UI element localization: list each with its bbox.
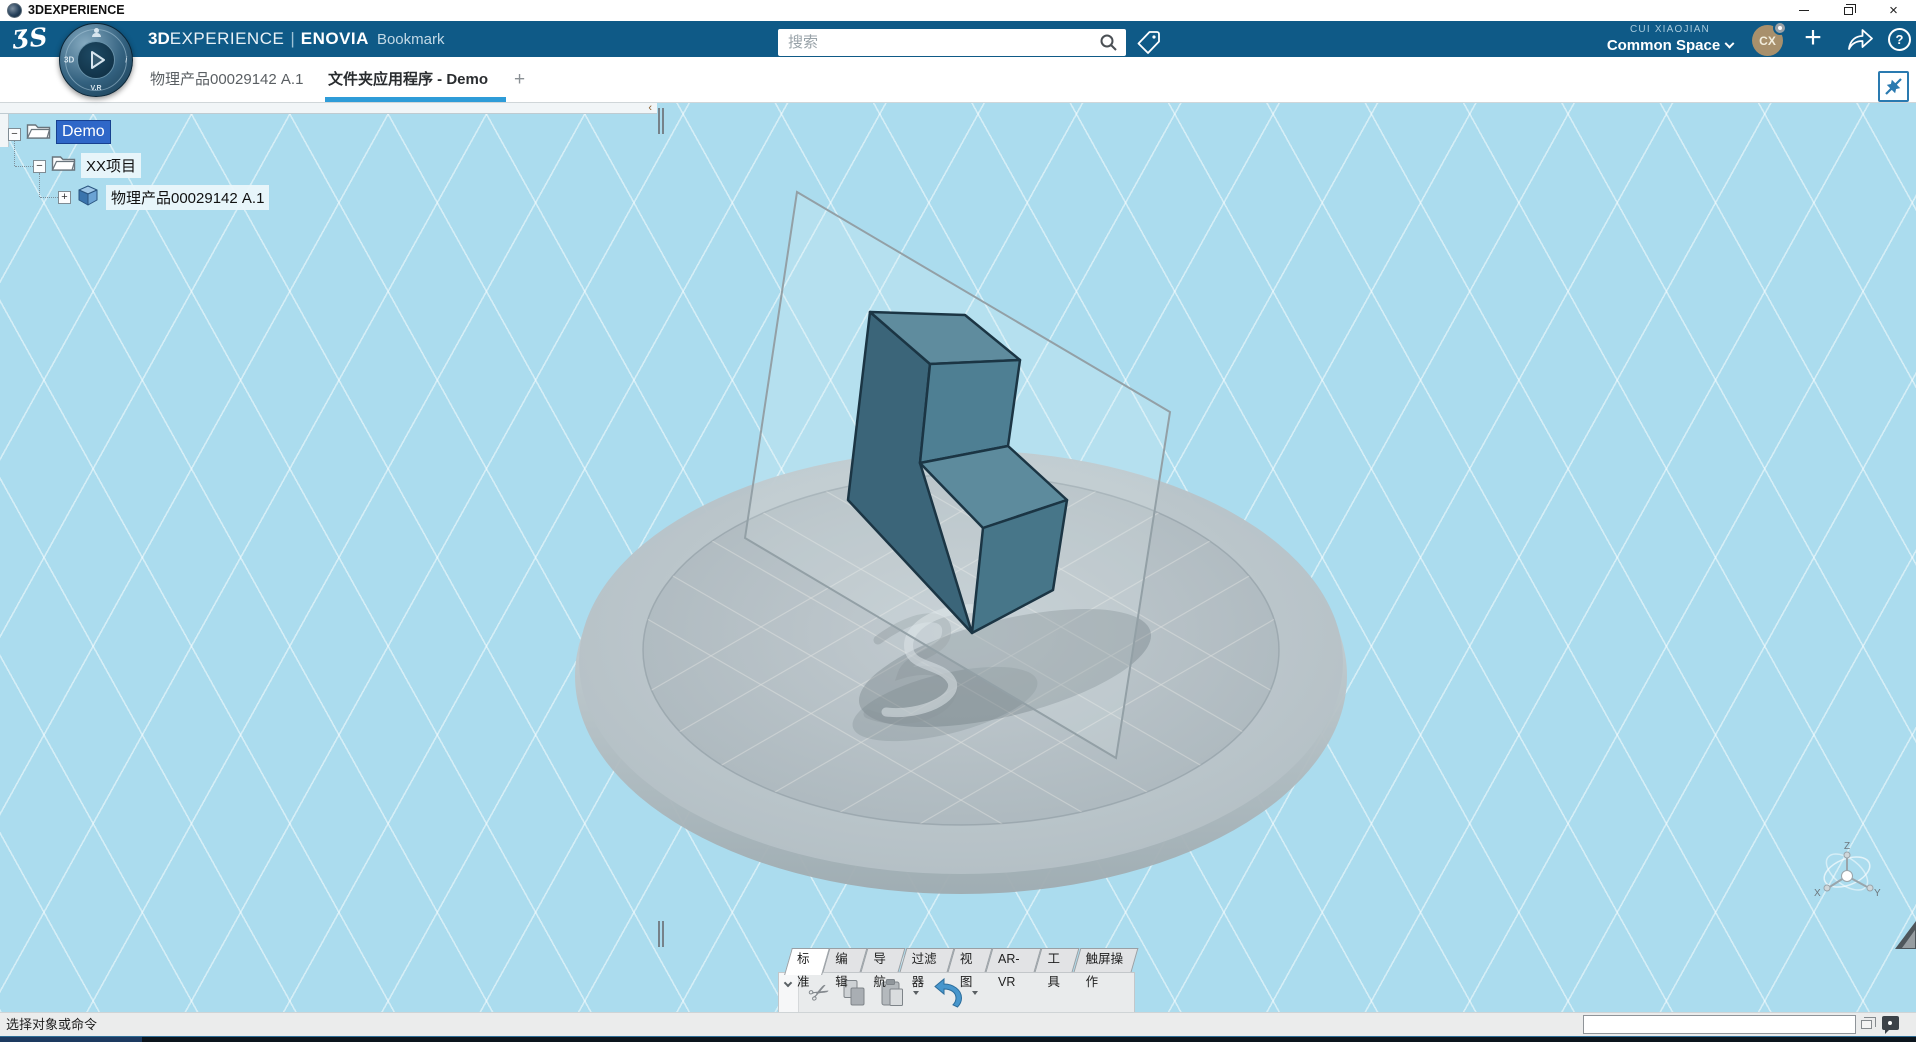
restore-icon	[1844, 7, 1853, 15]
chevron-left-icon[interactable]: ‹	[648, 103, 652, 113]
avatar-status-badge	[1773, 21, 1787, 35]
toolbar-tab-navigate[interactable]: 导航	[864, 948, 902, 972]
tree-expander-demo[interactable]: −	[8, 128, 21, 141]
splitter-grip-bottom[interactable]	[658, 921, 665, 947]
compass-vr-label: V.R	[90, 85, 101, 92]
minimize-button[interactable]	[1781, 0, 1826, 21]
collapse-arrows-icon	[1880, 73, 1907, 100]
folder-icon[interactable]	[51, 153, 76, 172]
toolbar-tab-edit[interactable]: 编辑	[826, 948, 864, 972]
chevron-down-icon	[1725, 39, 1735, 49]
toolbar-tab-arvr[interactable]: AR-VR	[989, 948, 1038, 972]
toolbar-tab-tools[interactable]: 工具	[1038, 948, 1076, 972]
collab-space-label[interactable]: Common Space	[1607, 37, 1720, 54]
taskbar-edge	[0, 1036, 1916, 1042]
undo-dropdown-icon[interactable]	[972, 991, 978, 995]
tree-item-product[interactable]: 物理产品00029142 A.1	[106, 185, 269, 210]
3ds-logo: ƷS	[11, 19, 49, 58]
compass-core[interactable]	[77, 41, 115, 79]
chat-bubble-icon[interactable]	[1882, 1016, 1899, 1030]
tree-connector	[39, 173, 40, 197]
user-context[interactable]: CUI XIAOJIAN Common Space	[1590, 24, 1750, 54]
chevron-down-icon	[784, 979, 792, 987]
app-tabbar: 物理产品00029142 A.1 文件夹应用程序 - Demo +	[0, 57, 1916, 103]
axis-triad[interactable]: Z X Y	[1814, 841, 1881, 899]
tree-hscrollbar[interactable]: ‹	[0, 103, 657, 114]
toolbar-tab-standard[interactable]: 标准	[788, 948, 826, 972]
folder-icon[interactable]	[26, 121, 51, 140]
close-icon: ×	[1889, 0, 1898, 21]
page-curl[interactable]	[1895, 921, 1916, 949]
close-button[interactable]: ×	[1871, 0, 1916, 21]
brand-3d: 3D	[148, 29, 170, 48]
3d-scene[interactable]: Z X Y	[0, 103, 1916, 1012]
tree-expander-project[interactable]: −	[33, 160, 46, 173]
compass-3d-label: 3D	[64, 56, 74, 65]
toolbar-icon-row: ✂	[778, 972, 1135, 1013]
toolbar-tab-touch[interactable]: 触屏操作	[1077, 948, 1135, 972]
tab-physical-product[interactable]: 物理产品00029142 A.1	[150, 57, 303, 103]
avatar-initials: CX	[1759, 34, 1776, 48]
window-small-icon[interactable]	[1861, 1020, 1872, 1029]
compass-i-label: i	[125, 56, 127, 65]
axis-y-label: Y	[1874, 888, 1881, 899]
collapse-view-button[interactable]	[1878, 71, 1909, 102]
tree-item-demo[interactable]: Demo	[56, 120, 111, 144]
3dexperience-compass[interactable]: 3D V.R i	[59, 23, 133, 97]
toolbar-collapse-button[interactable]	[779, 973, 799, 1012]
status-bar: 选择对象或命令	[0, 1012, 1916, 1036]
add-content-button[interactable]: +	[1794, 21, 1832, 57]
tree-connector	[40, 197, 58, 198]
action-toolbar: 标准 编辑 导航 过滤器 视图 AR-VR 工具 触屏操作 ✂	[778, 948, 1135, 1013]
search-icon[interactable]	[1099, 33, 1118, 52]
part-icon[interactable]	[75, 183, 101, 207]
taskbar-active-segment	[0, 1037, 142, 1042]
avatar[interactable]: CX	[1752, 25, 1783, 56]
brand-title: 3DEXPERIENCE|ENOVIABookmark	[148, 21, 444, 58]
help-button[interactable]: ?	[1888, 28, 1911, 51]
splitter-grip-top[interactable]	[658, 108, 665, 134]
top-bar: ƷS 3D V.R i 3DEXPERIENCE|ENOVIABookmark …	[0, 21, 1916, 57]
global-search[interactable]	[778, 29, 1126, 56]
axis-x-label: X	[1814, 888, 1821, 899]
brand-app: ENOVIA	[301, 29, 369, 48]
restore-button[interactable]	[1826, 0, 1871, 21]
window-title: 3DEXPERIENCE	[28, 0, 125, 21]
share-icon[interactable]	[1845, 26, 1875, 53]
tree-expander-product[interactable]: +	[58, 191, 71, 204]
brand-divider: |	[284, 29, 300, 48]
app-window-icon	[7, 3, 22, 18]
tag-icon[interactable]	[1136, 30, 1162, 56]
compass-play-icon	[92, 52, 104, 68]
window-titlebar[interactable]: 3DEXPERIENCE ×	[0, 0, 1916, 21]
toolbar-tab-view[interactable]: 视图	[951, 948, 989, 972]
status-message: 选择对象或命令	[6, 1013, 97, 1036]
active-tab-underline	[325, 97, 506, 102]
axis-z-label: Z	[1844, 841, 1850, 852]
brand-experience: EXPERIENCE	[170, 29, 285, 48]
power-input-field[interactable]	[1583, 1015, 1856, 1034]
minimize-icon	[1799, 10, 1809, 11]
add-tab-button[interactable]: +	[514, 57, 525, 103]
search-input[interactable]	[778, 34, 1099, 51]
user-name: CUI XIAOJIAN	[1590, 24, 1750, 35]
toolbar-tabs: 标准 编辑 导航 过滤器 视图 AR-VR 工具 触屏操作	[788, 948, 1135, 972]
tree-item-project[interactable]: XX项目	[81, 153, 141, 178]
tree-connector	[15, 166, 33, 167]
compass-person-icon	[94, 28, 99, 33]
brand-context: Bookmark	[369, 31, 445, 48]
toolbar-tab-filter[interactable]: 过滤器	[903, 948, 951, 972]
tree-connector	[14, 141, 15, 166]
